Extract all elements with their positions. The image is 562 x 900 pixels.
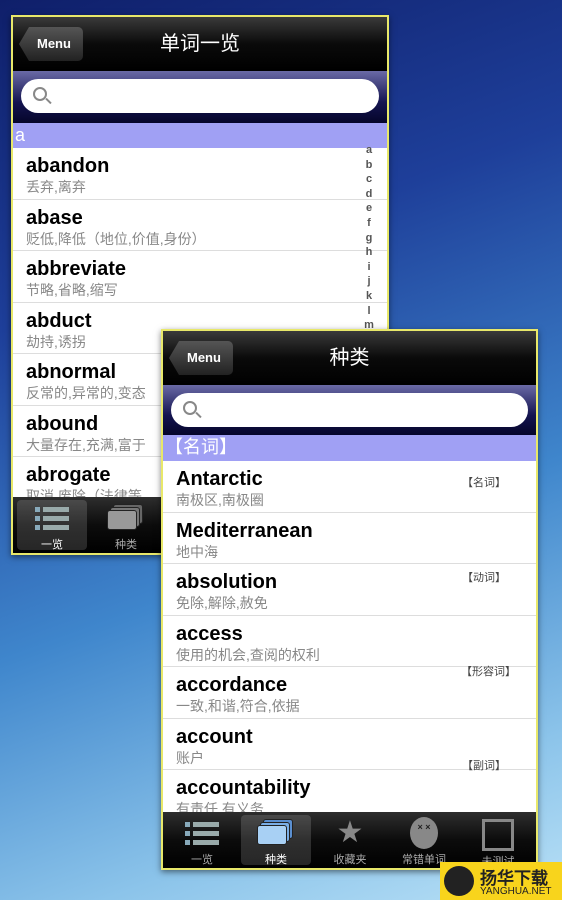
star-icon: ★ — [336, 816, 364, 849]
tab-label: 收藏夹 — [333, 854, 367, 866]
tab-category[interactable]: 种类 — [241, 815, 311, 866]
meaning: 节略,省略,缩写 — [26, 282, 118, 298]
word: abandon — [26, 155, 110, 177]
list-icon — [35, 502, 69, 534]
search-bar — [13, 71, 387, 123]
index-letter[interactable]: e — [361, 201, 377, 216]
search-input[interactable] — [171, 393, 528, 427]
watermark-url: YANGHUA.NET — [480, 886, 552, 897]
list-item[interactable]: accountability 有责任,有义务 — [163, 770, 536, 812]
search-input[interactable] — [21, 79, 379, 113]
meaning: 贬低,降低（地位,价值,身份） — [26, 230, 206, 247]
list-item[interactable]: abandon 丢弃,离弃 — [13, 148, 387, 200]
test-edit-icon — [482, 819, 514, 851]
nav-bar: 单词一览 Menu — [13, 17, 387, 71]
word: access — [176, 622, 243, 645]
tab-untested[interactable]: 未测试 — [463, 815, 533, 868]
meaning: 南极区,南极圈 — [176, 492, 264, 508]
nav-bar: 种类 Menu — [163, 331, 536, 385]
search-icon — [33, 87, 47, 101]
section-header: a — [13, 123, 387, 148]
watermark-logo-icon — [444, 866, 474, 896]
word: abbreviate — [26, 258, 127, 280]
search-bar — [163, 385, 536, 435]
list-item[interactable]: Mediterranean 地中海 — [163, 513, 536, 564]
index-tag-adverb[interactable]: 【副词】 — [462, 757, 506, 773]
category-screen: 种类 Menu 【名词】 Antarctic 南极区,南极圈 Mediterran… — [161, 329, 538, 870]
meaning: 免除,解除,赦免 — [176, 595, 268, 611]
index-letter[interactable]: c — [361, 172, 377, 187]
meaning: 使用的机会,查阅的权利 — [176, 646, 320, 663]
tab-bar: 一览 种类 ★ 收藏夹 × × 常错单词 未测试 — [163, 812, 536, 868]
alphabet-index[interactable]: abcdefghijklm — [361, 143, 377, 333]
meaning: 有责任,有义务 — [176, 801, 264, 812]
index-letter[interactable]: a — [361, 143, 377, 158]
meaning: 地中海 — [176, 543, 218, 560]
tab-favorites[interactable]: ★ 收藏夹 — [315, 815, 385, 867]
index-letter[interactable]: i — [361, 260, 377, 275]
index-letter[interactable]: k — [361, 289, 377, 304]
tab-frequent-mistakes[interactable]: × × 常错单词 — [389, 815, 459, 866]
index-letter[interactable]: l — [361, 304, 377, 319]
index-tag-adjective[interactable]: 【形容词】 — [461, 663, 516, 679]
tab-label: 一览 — [41, 539, 63, 551]
word: abase — [26, 206, 83, 229]
tab-list[interactable]: 一览 — [17, 500, 87, 551]
index-letter[interactable]: h — [361, 245, 377, 260]
menu-button[interactable]: Menu — [19, 27, 83, 61]
list-icon — [185, 817, 219, 849]
index-letter[interactable]: d — [361, 187, 377, 202]
index-tag-verb[interactable]: 【动词】 — [462, 569, 506, 585]
tab-list[interactable]: 一览 — [167, 815, 237, 866]
tab-label: 种类 — [265, 854, 287, 866]
list-item[interactable]: abbreviate 节略,省略,缩写 — [13, 251, 387, 303]
section-header: 【名词】 — [163, 435, 536, 461]
cards-icon — [107, 502, 145, 534]
index-tag-noun[interactable]: 【名词】 — [462, 474, 506, 490]
index-letter[interactable]: g — [361, 231, 377, 246]
tab-category[interactable]: 种类 — [91, 500, 161, 551]
list-item[interactable]: access 使用的机会,查阅的权利 — [163, 616, 536, 667]
dizzy-face-icon: × × — [410, 817, 438, 849]
tab-label: 种类 — [115, 539, 137, 551]
meaning: 丢弃,离弃 — [26, 179, 86, 195]
watermark: 扬华下载 YANGHUA.NET — [440, 862, 562, 900]
search-icon — [183, 401, 197, 415]
word: Mediterranean — [176, 519, 313, 542]
index-letter[interactable]: j — [361, 274, 377, 289]
meaning: 一致,和谐,符合,依据 — [176, 698, 300, 714]
cards-icon — [257, 817, 295, 849]
tab-label: 一览 — [191, 854, 213, 866]
list-item[interactable]: abase 贬低,降低（地位,价值,身份） — [13, 200, 387, 251]
menu-button[interactable]: Menu — [169, 341, 233, 375]
word: account — [176, 725, 253, 748]
index-letter[interactable]: f — [361, 216, 377, 231]
index-letter[interactable]: b — [361, 158, 377, 173]
word: accountability — [176, 777, 311, 799]
